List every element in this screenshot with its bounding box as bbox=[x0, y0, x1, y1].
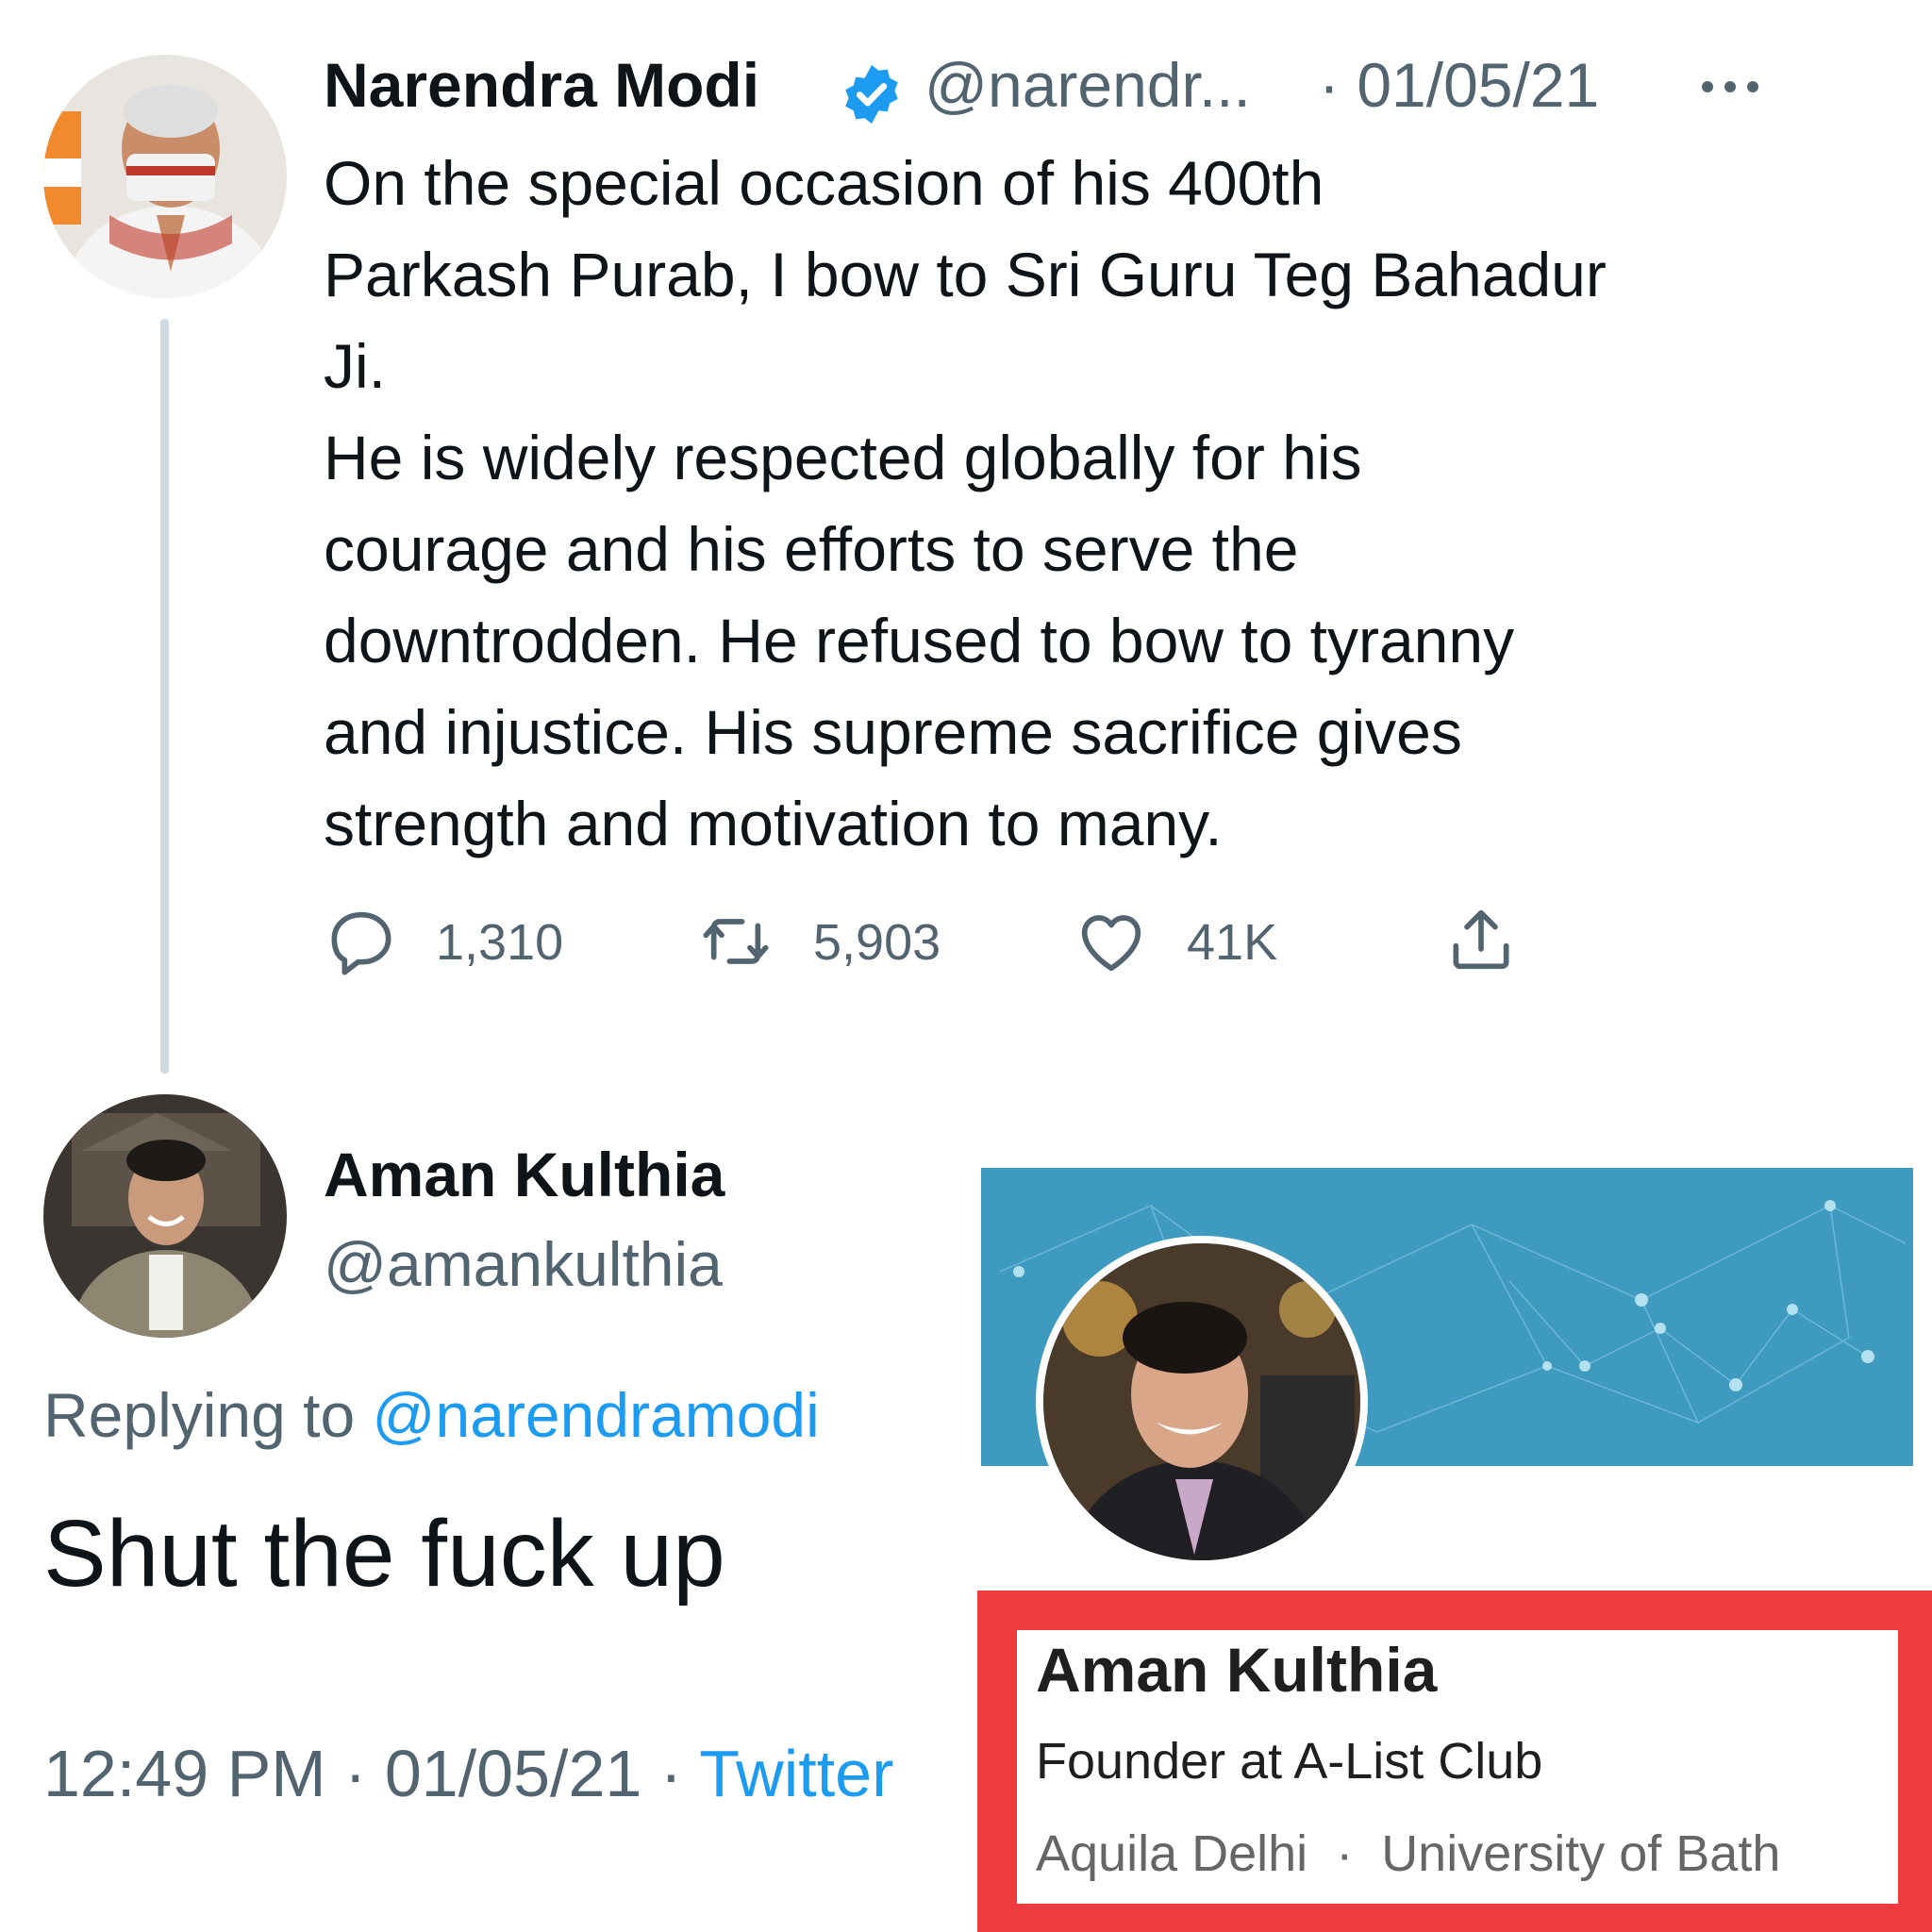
tweet-metadata: 12:49 PM · 01/05/21 · Twitter bbox=[43, 1736, 893, 1811]
tweet-text-line: He is widely respected globally for his bbox=[324, 423, 1362, 492]
verified-badge-icon bbox=[845, 64, 898, 125]
meta-separator: · bbox=[325, 1737, 385, 1810]
tweet-date[interactable]: · 01/05/21 bbox=[1319, 49, 1599, 121]
retweet-icon[interactable] bbox=[698, 904, 774, 979]
reply-count: 1,310 bbox=[436, 914, 564, 971]
more-options-icon[interactable] bbox=[1698, 77, 1762, 96]
profile-card-details: Aquila Delhi · University of Bath bbox=[1036, 1824, 1780, 1883]
like-count: 41K bbox=[1187, 914, 1278, 971]
profile-location: Aquila Delhi bbox=[1036, 1825, 1308, 1882]
aman-kulthia-avatar[interactable] bbox=[43, 1094, 287, 1338]
profile-card-photo[interactable] bbox=[1036, 1236, 1368, 1568]
narendra-modi-avatar[interactable] bbox=[43, 55, 287, 298]
meta-separator: · bbox=[641, 1737, 700, 1810]
reply-author-name[interactable]: Aman Kulthia bbox=[324, 1139, 724, 1210]
tweet-text-line: and injustice. His supreme sacrifice giv… bbox=[324, 697, 1462, 767]
reply-icon[interactable] bbox=[324, 904, 399, 979]
tweet-text-line: Parkash Purab, I bow to Sri Guru Teg Bah… bbox=[324, 240, 1607, 309]
details-separator: · bbox=[1336, 1825, 1354, 1882]
tweet-source-link[interactable]: Twitter bbox=[699, 1737, 893, 1810]
replying-to-mention-link[interactable]: @narendramodi bbox=[373, 1380, 820, 1450]
profile-card-headline: Founder at A-List Club bbox=[1036, 1733, 1543, 1790]
tweet-time[interactable]: 12:49 PM bbox=[43, 1737, 326, 1810]
tweet-text-line: downtrodden. He refused to bow to tyrann… bbox=[324, 606, 1515, 675]
profile-info-box: Aman Kulthia Founder at A-List Club Aqui… bbox=[1017, 1630, 1898, 1904]
tweet-text-line: On the special occasion of his 400th bbox=[324, 148, 1324, 218]
replying-to-label: Replying to bbox=[43, 1380, 373, 1450]
share-icon[interactable] bbox=[1443, 902, 1519, 977]
tweet-text-line: Ji. bbox=[324, 331, 386, 401]
profile-education: University of Bath bbox=[1381, 1825, 1781, 1882]
author-name[interactable]: Narendra Modi bbox=[324, 49, 759, 121]
heart-icon[interactable] bbox=[1074, 904, 1149, 979]
author-handle[interactable]: @narendr... bbox=[924, 49, 1251, 121]
thread-connector-line bbox=[160, 319, 169, 1074]
tweet-text-line: strength and motivation to many. bbox=[324, 789, 1223, 858]
tweet-text: On the special occasion of his 400th Par… bbox=[324, 138, 1607, 870]
retweet-count: 5,903 bbox=[813, 914, 941, 971]
replying-to-line: Replying to @narendramodi bbox=[43, 1379, 820, 1451]
reply-tweet-text: Shut the fuck up bbox=[43, 1501, 725, 1607]
tweet-text-line: courage and his efforts to serve the bbox=[324, 514, 1299, 584]
profile-card-name[interactable]: Aman Kulthia bbox=[1036, 1634, 1437, 1706]
reply-author-handle[interactable]: @amankulthia bbox=[324, 1228, 723, 1300]
tweet-date[interactable]: 01/05/21 bbox=[385, 1737, 641, 1810]
